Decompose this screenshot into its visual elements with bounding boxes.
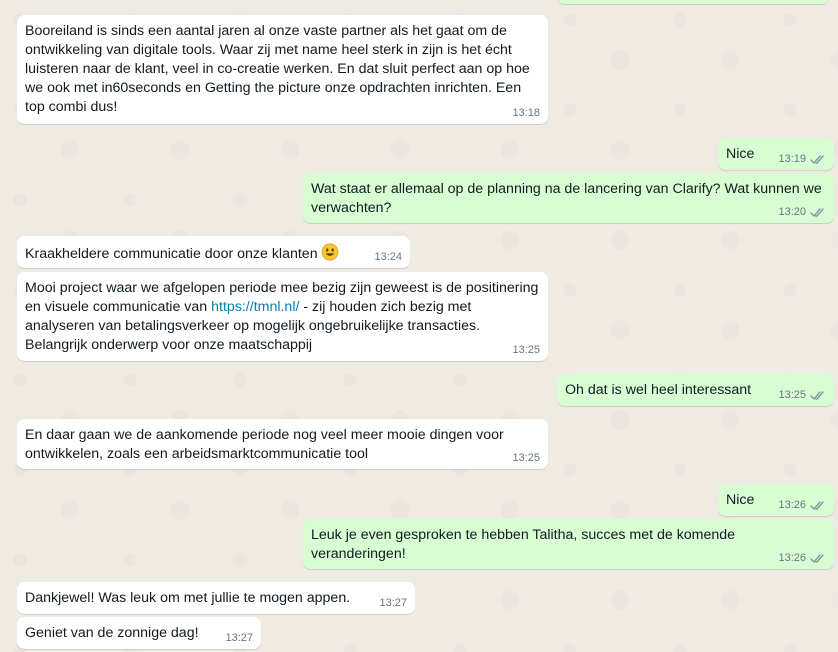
message-text: Booreiland is sinds een aantal jaren al … (25, 23, 534, 115)
message-text: Kraakheldere communicatie door onze klan… (25, 243, 402, 264)
message-meta: 13:18 (512, 106, 540, 121)
message-text: En daar gaan we de aankomende periode no… (25, 427, 508, 462)
message-time: 13:18 (512, 107, 540, 119)
message-text: Geniet van de zonnige dag! (25, 625, 199, 641)
message-meta: 13:24 (374, 250, 402, 265)
read-ticks-icon (810, 208, 824, 217)
message-meta: 13:20 (778, 205, 826, 220)
message-text: Mooi project waar we afgelopen periode m… (25, 279, 540, 355)
incoming-message[interactable]: Kraakheldere communicatie door onze klan… (17, 236, 410, 268)
incoming-message[interactable]: En daar gaan we de aankomende periode no… (17, 419, 548, 469)
message-time: 13:27 (379, 597, 407, 609)
message-time: 13:25 (512, 344, 540, 356)
message-text: Wat staat er allemaal op de planning na … (311, 181, 826, 216)
incoming-message[interactable]: Geniet van de zonnige dag! 13:27 (17, 617, 261, 649)
message-meta: 13:26 (778, 551, 826, 566)
chat-panel: Booreiland is sinds een aantal jaren al … (0, 0, 838, 652)
smiley-face-icon (321, 243, 339, 261)
message-meta: 13:25 (512, 451, 540, 466)
message-time: 13:25 (778, 389, 806, 401)
message-meta: 13:27 (225, 631, 253, 646)
message-meta: 13:25 (778, 388, 826, 403)
message-time: 13:25 (512, 452, 540, 464)
message-text: Dankjewel! Was leuk om met jullie te mog… (25, 590, 351, 606)
read-ticks-icon (810, 391, 824, 400)
outgoing-message[interactable]: Wat staat er allemaal op de planning na … (303, 173, 834, 223)
read-ticks-icon (810, 155, 824, 164)
incoming-message[interactable]: Booreiland is sinds een aantal jaren al … (17, 15, 548, 124)
message-time: 13:19 (778, 153, 806, 165)
outgoing-message[interactable]: Nice 13:26 (718, 484, 834, 516)
outgoing-message[interactable]: Nice 13:19 (718, 138, 834, 170)
message-text: Leuk je even gesproken te hebben Talitha… (311, 527, 740, 562)
outgoing-message[interactable]: Oh dat is wel heel interessant 13:25 (557, 374, 834, 406)
message-time: 13:27 (225, 632, 253, 644)
read-ticks-icon (810, 554, 824, 563)
read-ticks-icon (810, 501, 824, 510)
message-meta: 13:26 (778, 498, 826, 513)
message-time: 13:26 (778, 499, 806, 511)
incoming-message[interactable]: Mooi project waar we afgelopen periode m… (17, 272, 548, 361)
incoming-message[interactable]: Dankjewel! Was leuk om met jullie te mog… (17, 582, 415, 614)
message-time: 13:26 (778, 552, 806, 564)
previous-message-bubble-edge (558, 0, 828, 4)
message-time: 13:24 (374, 251, 402, 263)
message-time: 13:20 (778, 206, 806, 218)
message-text-content: Kraakheldere communicatie door onze klan… (25, 246, 318, 262)
message-meta: 13:27 (379, 596, 407, 611)
message-link[interactable]: https://tmnl.nl/ (211, 299, 299, 315)
message-meta: 13:25 (512, 343, 540, 358)
outgoing-message[interactable]: Leuk je even gesproken te hebben Talitha… (303, 519, 834, 569)
message-meta: 13:19 (778, 152, 826, 167)
